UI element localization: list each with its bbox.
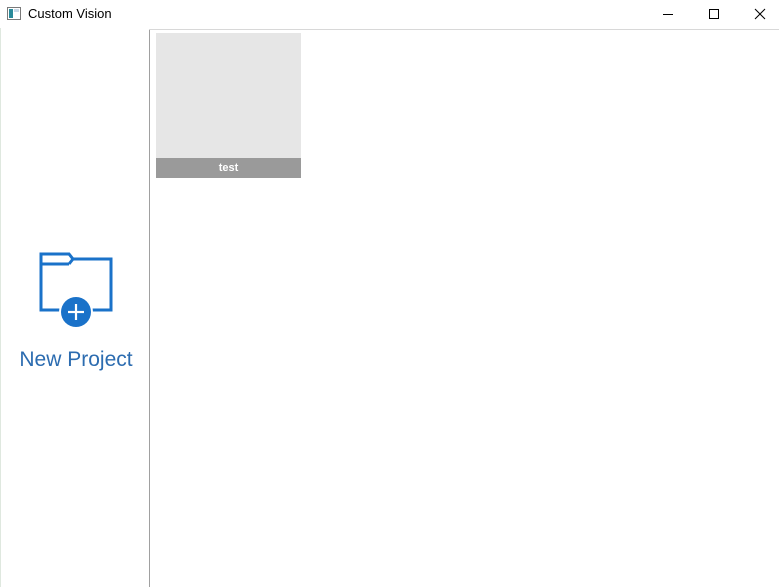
maximize-button[interactable] xyxy=(691,0,737,28)
project-tile[interactable]: test xyxy=(156,33,301,178)
folder-add-icon xyxy=(39,250,115,332)
sidebar: New Project xyxy=(0,28,149,587)
close-icon xyxy=(754,8,766,20)
app-icon xyxy=(7,7,21,20)
minimize-icon xyxy=(662,8,674,20)
new-project-button[interactable]: New Project xyxy=(15,250,137,380)
window-title: Custom Vision xyxy=(28,6,112,21)
maximize-icon xyxy=(708,8,720,20)
app-window: Custom Vision New Project test xyxy=(0,0,779,587)
close-button[interactable] xyxy=(737,0,779,28)
projects-panel: test xyxy=(150,30,779,587)
new-project-label: New Project xyxy=(19,348,133,371)
title-bar[interactable]: Custom Vision xyxy=(0,0,779,28)
minimize-button[interactable] xyxy=(645,0,691,28)
project-tile-name: test xyxy=(156,158,301,178)
